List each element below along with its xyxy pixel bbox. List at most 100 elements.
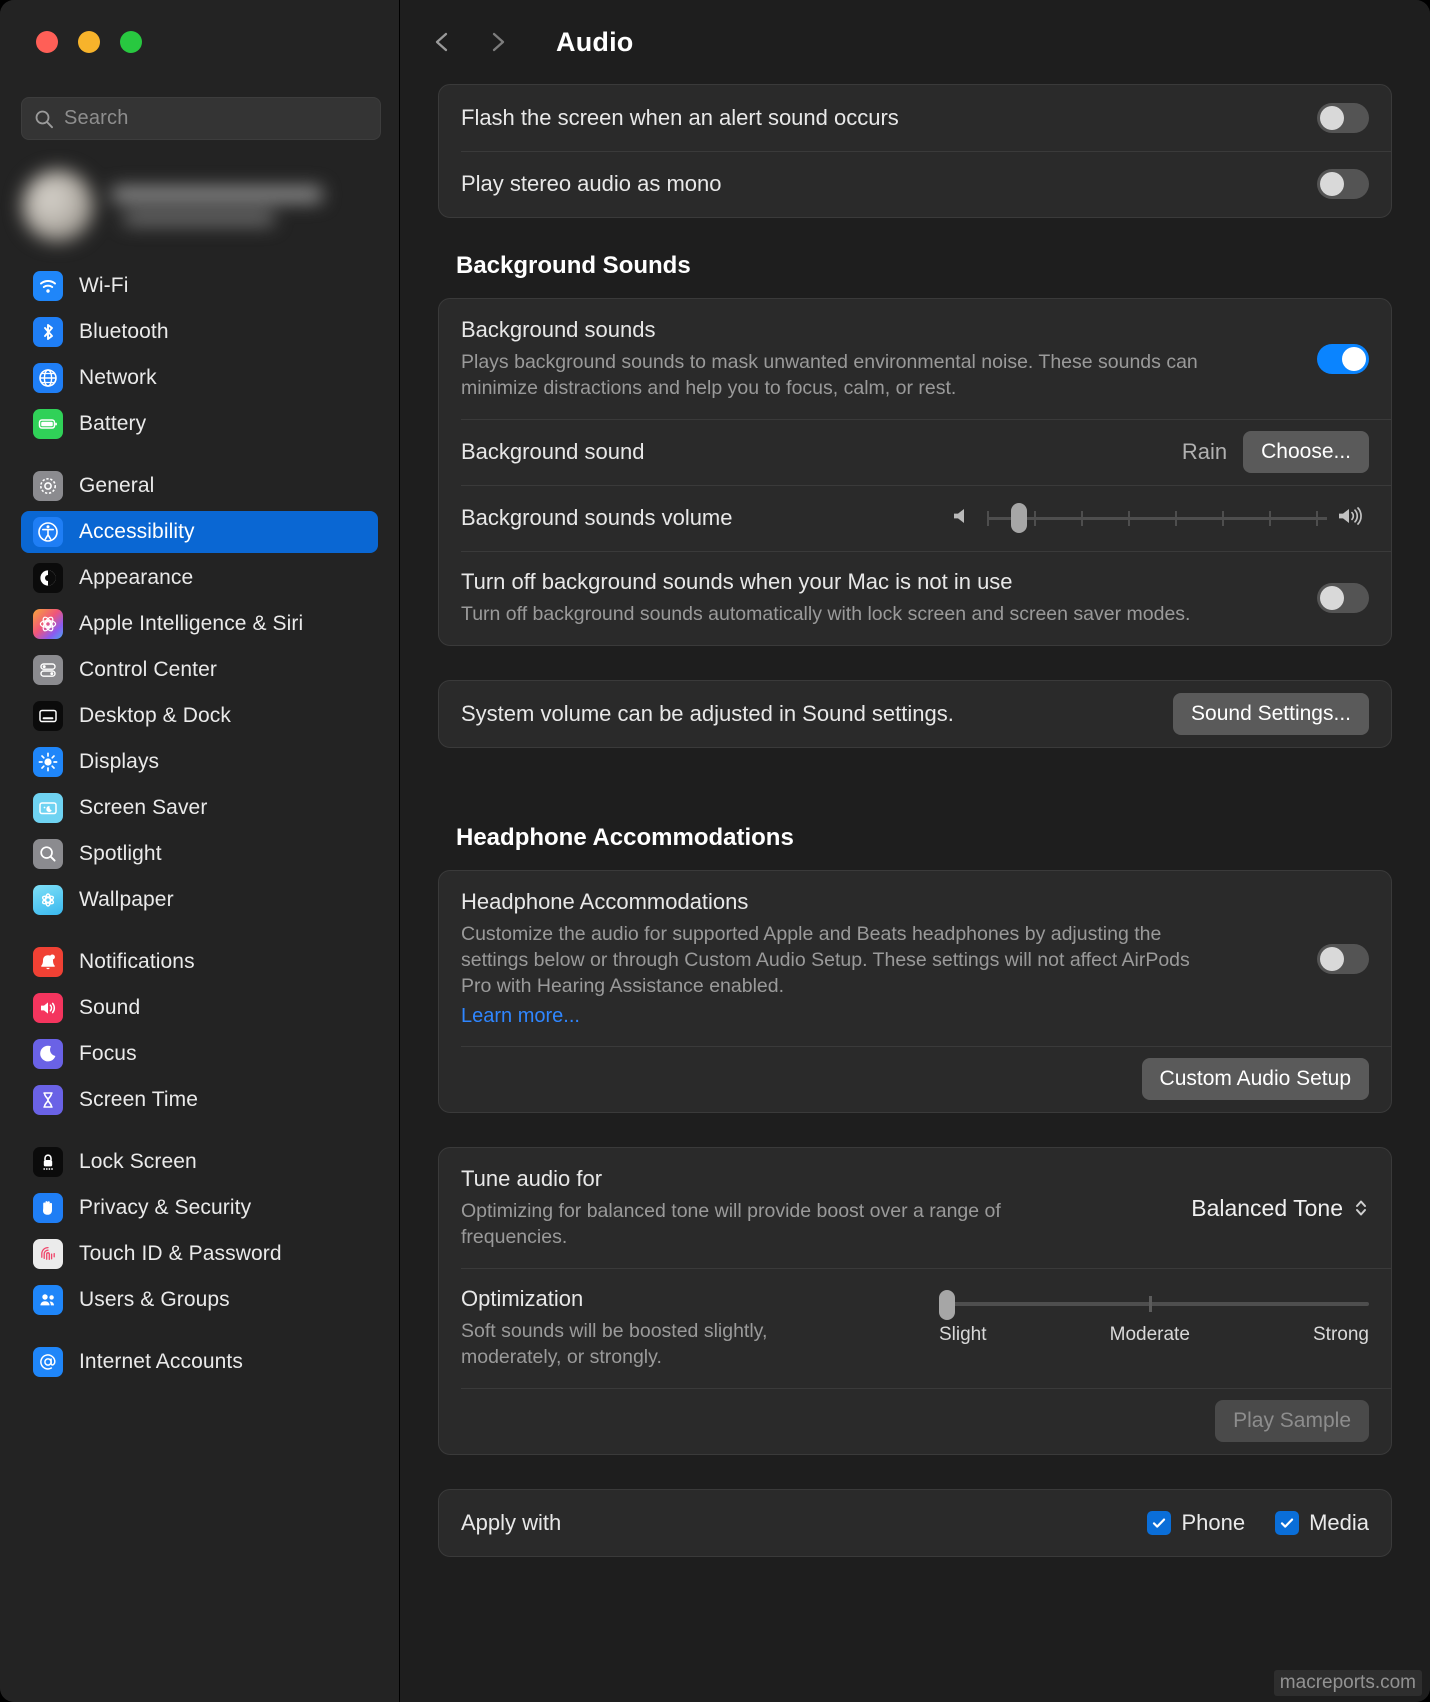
background-sounds-toggle-row: Background sounds Plays background sound… [439,299,1391,419]
headphone-text: Headphone Accommodations Customize the a… [461,871,1317,1046]
gear-icon [33,471,63,501]
sidebar-item-label: Touch ID & Password [79,1242,282,1265]
sidebar-item-users-groups[interactable]: Users & Groups [21,1279,378,1321]
checkbox-checked-icon[interactable] [1147,1511,1172,1535]
system-volume-note-text: System volume can be adjusted in Sound s… [461,701,954,726]
search-input[interactable]: Search [21,97,381,140]
learn-more-link[interactable]: Learn more... [461,1005,1317,1028]
volume-slider-track[interactable] [987,503,1327,533]
sidebar-item-lock-screen[interactable]: Lock Screen [21,1141,378,1183]
sidebar-item-sound[interactable]: Sound [21,987,378,1029]
alert-sound-card: Flash the screen when an alert sound occ… [438,84,1392,218]
chevron-right-icon[interactable] [484,29,510,55]
sidebar-item-label: Notifications [79,950,195,973]
moon-icon [33,1039,63,1069]
close-button[interactable] [36,31,58,53]
turn-off-background-sounds-toggle[interactable] [1317,583,1369,613]
sound-settings-button[interactable]: Sound Settings... [1173,693,1369,735]
optimization-slider-track[interactable] [939,1290,1369,1320]
background-sound-label: Background sound [461,439,645,464]
flash-screen-label: Flash the screen when an alert sound occ… [461,105,899,130]
sidebar-item-control-center[interactable]: Control Center [21,649,378,691]
background-sounds-card: Background sounds Plays background sound… [438,298,1392,646]
play-sample-button[interactable]: Play Sample [1215,1400,1369,1442]
sidebar-item-wallpaper[interactable]: Wallpaper [21,879,378,921]
flash-screen-toggle[interactable] [1317,103,1369,133]
play-mono-label: Play stereo audio as mono [461,171,722,196]
headphone-accommodations-toggle[interactable] [1317,943,1369,974]
sidebar-item-battery[interactable]: Battery [21,403,378,445]
profile-name-blurred [112,186,322,225]
sidebar-item-appearance[interactable]: Appearance [21,557,378,599]
sidebar-item-wifi[interactable]: Wi-Fi [21,265,378,307]
sidebar-item-label: Screen Time [79,1088,198,1111]
apply-with-card: Apply with Phone Media [438,1489,1392,1557]
background-sounds-volume-label: Background sounds volume [461,505,733,530]
sidebar-item-general[interactable]: General [21,465,378,507]
sidebar-group-security: Lock Screen Privacy & Security Touch ID … [21,1141,378,1321]
sidebar-item-internet-accounts[interactable]: Internet Accounts [21,1341,378,1383]
background-sounds-toggle[interactable] [1317,344,1369,374]
user-profile[interactable] [22,163,362,248]
optimization-text: Optimization Soft sounds will be boosted… [461,1268,841,1388]
sidebar-item-desktop-dock[interactable]: Desktop & Dock [21,695,378,737]
headphone-section-title: Headphone Accommodations [456,824,794,851]
sidebar-nav: Wi-Fi Bluetooth Network Battery General … [0,265,399,1702]
play-mono-toggle[interactable] [1317,169,1369,199]
spotlight-icon [33,839,63,869]
globe-icon [33,363,63,393]
sidebar-item-bluetooth[interactable]: Bluetooth [21,311,378,353]
sidebar-item-displays[interactable]: Displays [21,741,378,783]
custom-audio-setup-button[interactable]: Custom Audio Setup [1141,1058,1369,1100]
tune-audio-desc: Optimizing for balanced tone will provid… [461,1200,1001,1248]
page-title: Audio [556,26,634,57]
choose-button[interactable]: Choose... [1243,431,1369,473]
sidebar-item-focus[interactable]: Focus [21,1033,378,1075]
volume-slider[interactable] [951,503,1369,533]
apply-with-phone[interactable]: Phone [1147,1510,1245,1536]
lock-icon [33,1147,63,1177]
sidebar-item-screen-time[interactable]: Screen Time [21,1079,378,1121]
optimization-slider-thumb[interactable] [939,1290,955,1320]
sidebar-item-touch-id-password[interactable]: Touch ID & Password [21,1233,378,1275]
tune-audio-popup-button[interactable]: Balanced Tone [1191,1195,1369,1222]
background-sounds-desc: Plays background sounds to mask unwanted… [461,351,1198,399]
sidebar-item-screen-saver[interactable]: Screen Saver [21,787,378,829]
sidebar-item-accessibility[interactable]: Accessibility [21,511,378,553]
sidebar-item-network[interactable]: Network [21,357,378,399]
sidebar-item-label: Screen Saver [79,796,208,819]
apply-with-row: Apply with Phone Media [439,1490,1391,1556]
apple-intelligence-icon [33,609,63,639]
window-controls [36,31,142,53]
speaker-high-icon [1337,504,1369,533]
sidebar-item-privacy-security[interactable]: Privacy & Security [21,1187,378,1229]
sidebar-item-label: Bluetooth [79,320,169,343]
sidebar-item-apple-intelligence-siri[interactable]: Apple Intelligence & Siri [21,603,378,645]
sidebar-group-system: General Accessibility Appearance Apple I… [21,465,378,921]
search-placeholder: Search [64,107,129,129]
optimization-desc: Soft sounds will be boosted slightly, mo… [461,1320,768,1368]
speaker-low-icon [951,504,977,533]
tune-audio-text: Tune audio for Optimizing for balanced t… [461,1148,1191,1268]
optimization-slider[interactable]: Slight Moderate Strong [939,1286,1369,1346]
users-icon [33,1285,63,1315]
hourglass-icon [33,1085,63,1115]
headphone-desc: Customize the audio for supported Apple … [461,923,1190,997]
appearance-icon [33,563,63,593]
sidebar-item-label: Privacy & Security [79,1196,252,1219]
checkbox-checked-icon[interactable] [1275,1511,1300,1535]
optimization-row: Optimization Soft sounds will be boosted… [439,1268,1391,1388]
chevron-left-icon[interactable] [430,29,456,55]
apply-with-phone-label: Phone [1181,1510,1246,1535]
system-settings-window: Search Wi-Fi Bluetooth Network Battery G… [0,0,1430,1702]
desktop-dock-icon [33,701,63,731]
sidebar-item-label: Users & Groups [79,1288,230,1311]
apply-with-media[interactable]: Media [1275,1510,1369,1536]
volume-slider-thumb[interactable] [1011,503,1027,533]
minimize-button[interactable] [78,31,100,53]
settings-content: Flash the screen when an alert sound occ… [400,84,1430,1702]
sidebar-item-spotlight[interactable]: Spotlight [21,833,378,875]
apply-with-label: Apply with [461,1510,562,1535]
sidebar-item-notifications[interactable]: Notifications [21,941,378,983]
zoom-button[interactable] [120,31,142,53]
